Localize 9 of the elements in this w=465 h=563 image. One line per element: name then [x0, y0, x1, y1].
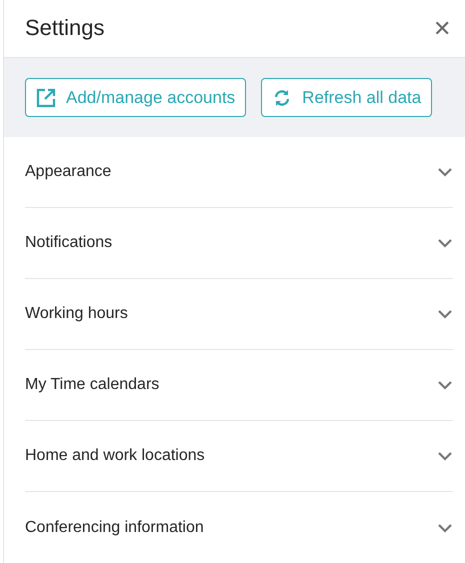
accordion-header[interactable]: Notifications	[25, 208, 453, 279]
accordion-header[interactable]: Home and work locations	[25, 421, 453, 492]
accordion-header[interactable]: My Time calendars	[25, 350, 453, 421]
external-link-icon	[36, 88, 56, 108]
panel-title: Settings	[25, 15, 104, 42]
accordion-header[interactable]: Conferencing information	[25, 492, 453, 563]
accordion-header[interactable]: Working hours	[25, 279, 453, 350]
accordion-header[interactable]: Appearance	[25, 137, 453, 208]
close-button[interactable]: ✕	[433, 18, 451, 40]
